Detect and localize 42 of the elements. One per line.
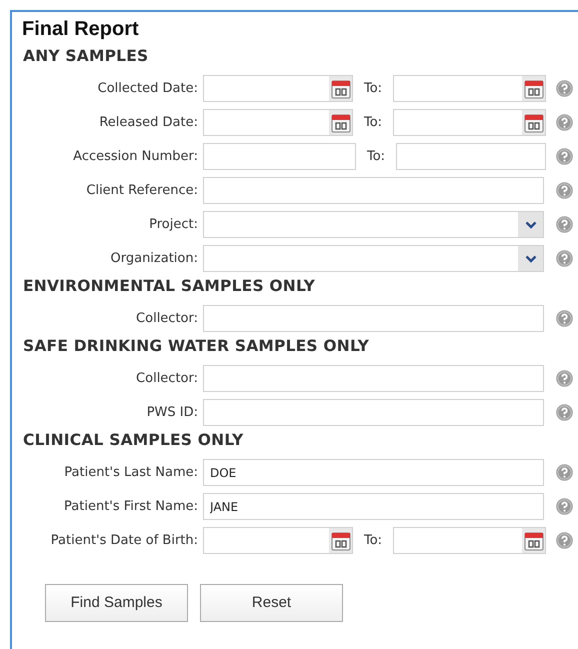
help-icon[interactable] [556, 404, 572, 421]
text-field[interactable] [203, 365, 544, 392]
field-label: Organization: [110, 250, 198, 268]
to-label: To: [366, 148, 386, 166]
help-icon[interactable] [556, 250, 572, 267]
to-label: To: [363, 532, 384, 550]
help-icon[interactable] [556, 370, 572, 387]
section-heading: ANY SAMPLES [23, 46, 148, 67]
to-label: To: [363, 80, 384, 98]
text-field[interactable] [203, 177, 544, 204]
text-field[interactable] [203, 399, 544, 426]
help-icon[interactable] [556, 310, 572, 327]
text-field[interactable] [203, 143, 356, 170]
field-label: Collected Date: [98, 80, 198, 98]
form-button[interactable]: Find Samples [45, 584, 188, 622]
field-label: Released Date: [99, 114, 198, 132]
help-icon[interactable] [556, 464, 572, 481]
help-icon[interactable] [556, 216, 572, 233]
section-heading: CLINICAL SAMPLES ONLY [23, 430, 244, 451]
field-label: Patient's Date of Birth: [50, 532, 198, 550]
help-icon[interactable] [556, 148, 572, 165]
field-label: Patient's Last Name: [64, 464, 198, 482]
help-icon[interactable] [556, 532, 572, 549]
text-field[interactable] [396, 143, 546, 170]
page-title: Final Report [22, 17, 139, 42]
field-label: PWS ID: [146, 404, 198, 422]
field-label: Project: [149, 216, 198, 234]
help-icon[interactable] [556, 80, 572, 97]
field-label: Patient's First Name: [64, 498, 198, 516]
text-field[interactable] [203, 305, 544, 332]
form-button[interactable]: Reset [200, 584, 343, 622]
section-heading: ENVIRONMENTAL SAMPLES ONLY [23, 276, 316, 297]
to-label: To: [363, 114, 384, 132]
field-label: Accession Number: [73, 148, 198, 166]
help-icon[interactable] [556, 182, 572, 199]
help-icon[interactable] [556, 498, 572, 515]
help-icon[interactable] [556, 114, 572, 131]
text-field[interactable]: DOE [203, 459, 544, 486]
section-heading: SAFE DRINKING WATER SAMPLES ONLY [23, 336, 370, 357]
field-label: Client Reference: [86, 182, 198, 200]
field-label: Collector: [136, 310, 198, 328]
field-label: Collector: [136, 370, 198, 388]
